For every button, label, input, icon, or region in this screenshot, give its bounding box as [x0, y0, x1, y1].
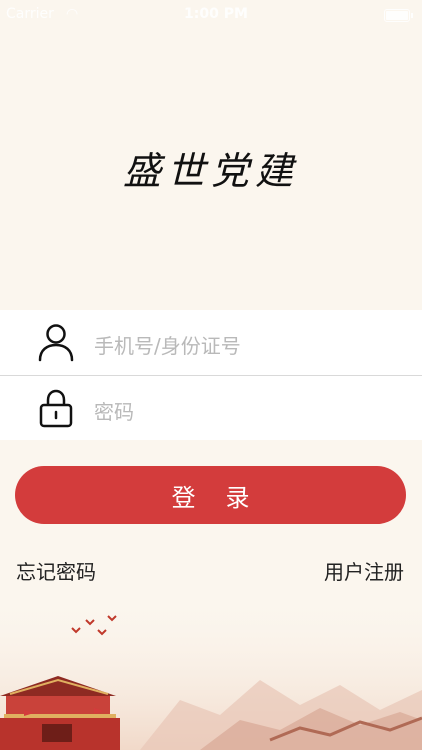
- forgot-password-link[interactable]: 忘记密码: [16, 556, 96, 585]
- password-input[interactable]: 密码: [94, 396, 134, 425]
- status-time: 1:00 PM: [184, 6, 248, 22]
- phone-input[interactable]: 手机号/身份证号: [94, 330, 241, 359]
- login-button[interactable]: 登录: [15, 466, 406, 524]
- password-row[interactable]: 密码: [0, 376, 422, 441]
- lock-icon: [39, 389, 73, 428]
- wifi-icon: ◠: [66, 6, 79, 22]
- battery-icon: [384, 9, 413, 22]
- carrier-label: Carrier: [6, 6, 54, 22]
- app-logo: 盛世党建: [122, 149, 299, 193]
- login-form: 手机号/身份证号 密码: [0, 310, 422, 440]
- user-icon: [38, 324, 74, 362]
- background-illustration: [0, 590, 422, 750]
- phone-row[interactable]: 手机号/身份证号: [0, 310, 422, 376]
- status-bar: Carrier ◠ 1:00 PM: [0, 0, 422, 30]
- register-link[interactable]: 用户注册: [324, 556, 404, 585]
